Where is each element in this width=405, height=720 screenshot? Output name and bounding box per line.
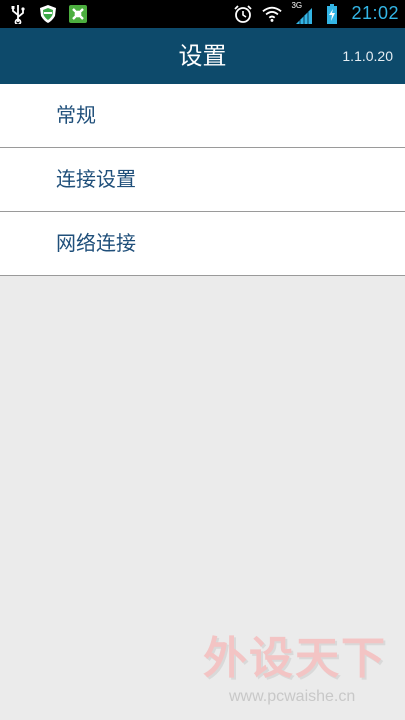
- settings-list: 常规 连接设置 网络连接: [0, 84, 405, 276]
- wifi-icon: [262, 4, 283, 24]
- status-bar: 3G 21:02: [0, 0, 405, 28]
- status-time: 21:02: [351, 3, 399, 23]
- usb-icon: [8, 4, 28, 24]
- settings-item-connection-settings[interactable]: 连接设置: [0, 148, 405, 212]
- settings-item-label: 网络连接: [56, 231, 136, 255]
- watermark-brand: 外设天下: [203, 633, 387, 684]
- green-app-icon: [68, 4, 88, 24]
- settings-item-network-connection[interactable]: 网络连接: [0, 212, 405, 276]
- network-type-label: 3G: [291, 0, 303, 10]
- watermark-url: www.pcwaishe.cn: [229, 688, 356, 705]
- settings-item-general[interactable]: 常规: [0, 84, 405, 148]
- settings-item-label: 连接设置: [56, 167, 136, 191]
- signal-icon: 3G: [291, 0, 313, 24]
- watermark: 外设天下 www.pcwaishe.cn: [203, 622, 403, 712]
- battery-charging-icon: [322, 3, 342, 24]
- shield-app-icon: [38, 4, 58, 24]
- version-label: 1.1.0.20: [342, 48, 393, 64]
- title-bar: 设置 1.1.0.20: [0, 28, 405, 84]
- settings-item-label: 常规: [56, 103, 96, 127]
- alarm-icon: [233, 4, 253, 24]
